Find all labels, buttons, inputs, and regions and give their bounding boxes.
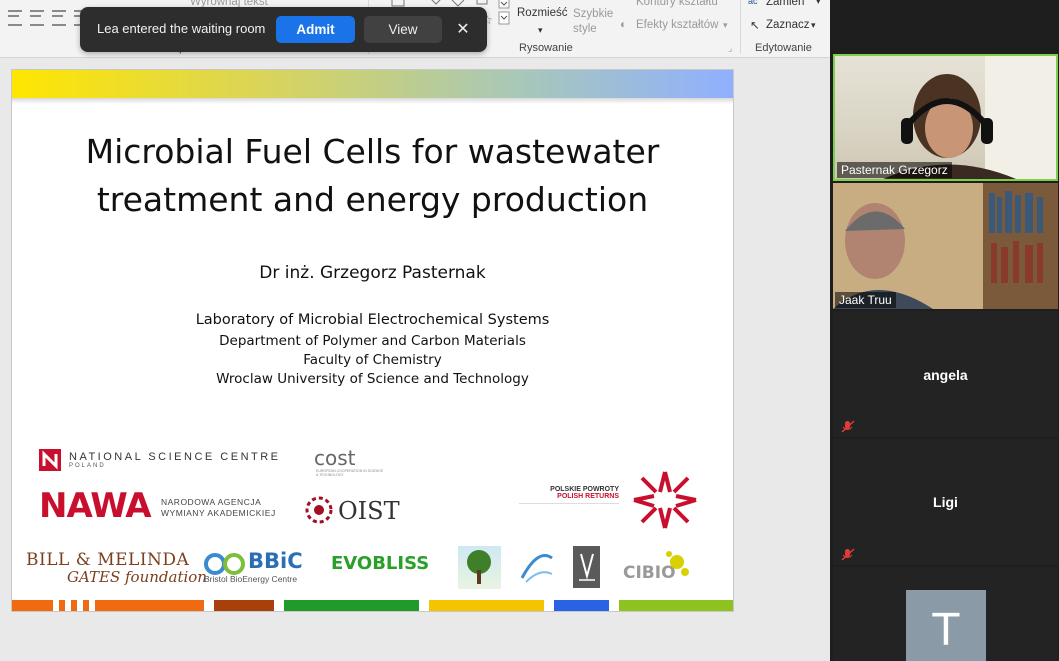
participant-name-3: angela	[923, 367, 968, 383]
ncn-logo-icon	[39, 449, 61, 471]
muted-microphone-icon	[841, 548, 855, 561]
cost-logo: cost	[314, 446, 356, 470]
gates-logo-line2: GATES foundation	[67, 568, 207, 586]
affiliation-lab: Laboratory of Microbial Electrochemical …	[195, 312, 550, 328]
effects-icon: ◐	[620, 19, 627, 31]
participant-tile-5[interactable]: T	[833, 567, 1058, 661]
participant-name-2: Jaak Truu	[835, 292, 896, 308]
participants-panel: Pasternak Grzegorz Jaak Truu angela Ligi	[830, 0, 1059, 661]
participant-name-1: Pasternak Grzegorz	[837, 162, 952, 178]
wroclaw-university-logo	[573, 546, 600, 588]
presentation-slide: Microbial Fuel Cells for wastewater trea…	[11, 69, 734, 612]
group-label-editing: Edytowanie	[755, 42, 812, 54]
slide-author: Dr inż. Grzegorz Pasternak	[259, 263, 486, 283]
select-button[interactable]: Zaznacz	[766, 19, 809, 31]
bbic-logo: BBiC	[248, 549, 303, 573]
oist-logo: OIST	[338, 497, 400, 525]
admit-button[interactable]: Admit	[276, 16, 355, 43]
align-left-icon[interactable]	[8, 10, 22, 26]
participant-name-4: Ligi	[933, 494, 958, 510]
muted-microphone-icon	[841, 420, 855, 433]
oist-emblem	[303, 492, 335, 533]
nawa-logo: NAWA	[39, 486, 152, 526]
polish-returns-logo: POLSKIE POWROTY POLISH RETURNS	[519, 486, 619, 518]
participant-tile-3[interactable]: angela	[833, 311, 1058, 437]
bbic-subtitle: Bristol BioEnergy Centre	[204, 574, 298, 584]
affiliation-department: Department of Polymer and Carbon Materia…	[219, 333, 526, 349]
video-feed-2	[833, 183, 1058, 309]
evobliss-logo: EVOBLISS	[331, 553, 430, 574]
replace-button[interactable]: Zamień	[766, 0, 804, 8]
slide-header-bar	[12, 70, 733, 98]
participant-avatar: T	[906, 590, 986, 661]
waiting-room-notification: Lea entered the waiting room Admit View …	[80, 7, 487, 52]
ncn-logo	[39, 449, 63, 476]
cibio-icon	[657, 548, 693, 587]
ncn-country: POLAND	[69, 463, 106, 469]
affiliation-faculty: Faculty of Chemistry	[303, 352, 442, 368]
cost-subtitle: EUROPEAN COOPERATION IN SCIENCE & TECHNO…	[316, 469, 384, 477]
view-button[interactable]: View	[364, 16, 442, 43]
ncn-name: NATIONAL SCIENCE CENTRE	[69, 451, 281, 463]
nawa-subtitle-2: WYMIANY AKADEMICKIEJ	[161, 508, 276, 518]
participant-tile-2[interactable]: Jaak Truu	[833, 183, 1058, 309]
wroclaw-university-icon	[579, 553, 595, 581]
quick-styles-button[interactable]: Szybkie style	[573, 7, 613, 37]
notification-message: Lea entered the waiting room	[97, 21, 266, 36]
align-right-icon[interactable]	[52, 10, 66, 26]
affiliation-university: Wroclaw University of Science and Techno…	[216, 371, 529, 387]
eu-framework-logo	[518, 548, 556, 593]
tree-logo	[458, 546, 501, 589]
nawa-subtitle-1: NARODOWA AGENCJA	[161, 497, 262, 507]
eu-framework-icon	[520, 554, 553, 583]
polish-returns-star-icon	[630, 468, 700, 537]
arrange-button[interactable]: Rozmieść	[517, 7, 567, 19]
align-center-icon[interactable]	[30, 10, 44, 26]
participant-tile-4[interactable]: Ligi	[833, 439, 1058, 565]
paragraph-align-icons	[8, 10, 88, 26]
group-label-drawing: Rysowanie	[519, 42, 573, 54]
participant-tile-1[interactable]: Pasternak Grzegorz	[833, 54, 1058, 181]
close-icon[interactable]: ✕	[453, 19, 473, 39]
slide-title: Microbial Fuel Cells for wastewater trea…	[85, 132, 660, 219]
shape-outline-button[interactable]: Kontury kształtu	[636, 0, 718, 8]
tree-icon	[467, 550, 491, 584]
oist-emblem-icon	[305, 496, 333, 524]
replace-icon: ac	[748, 0, 758, 6]
shape-effects-button[interactable]: Efekty kształtów	[636, 19, 718, 31]
gates-logo-line1: BILL & MELINDA	[26, 550, 190, 570]
cursor-icon: ↖	[750, 20, 760, 32]
slide-footer-strip	[12, 600, 733, 611]
